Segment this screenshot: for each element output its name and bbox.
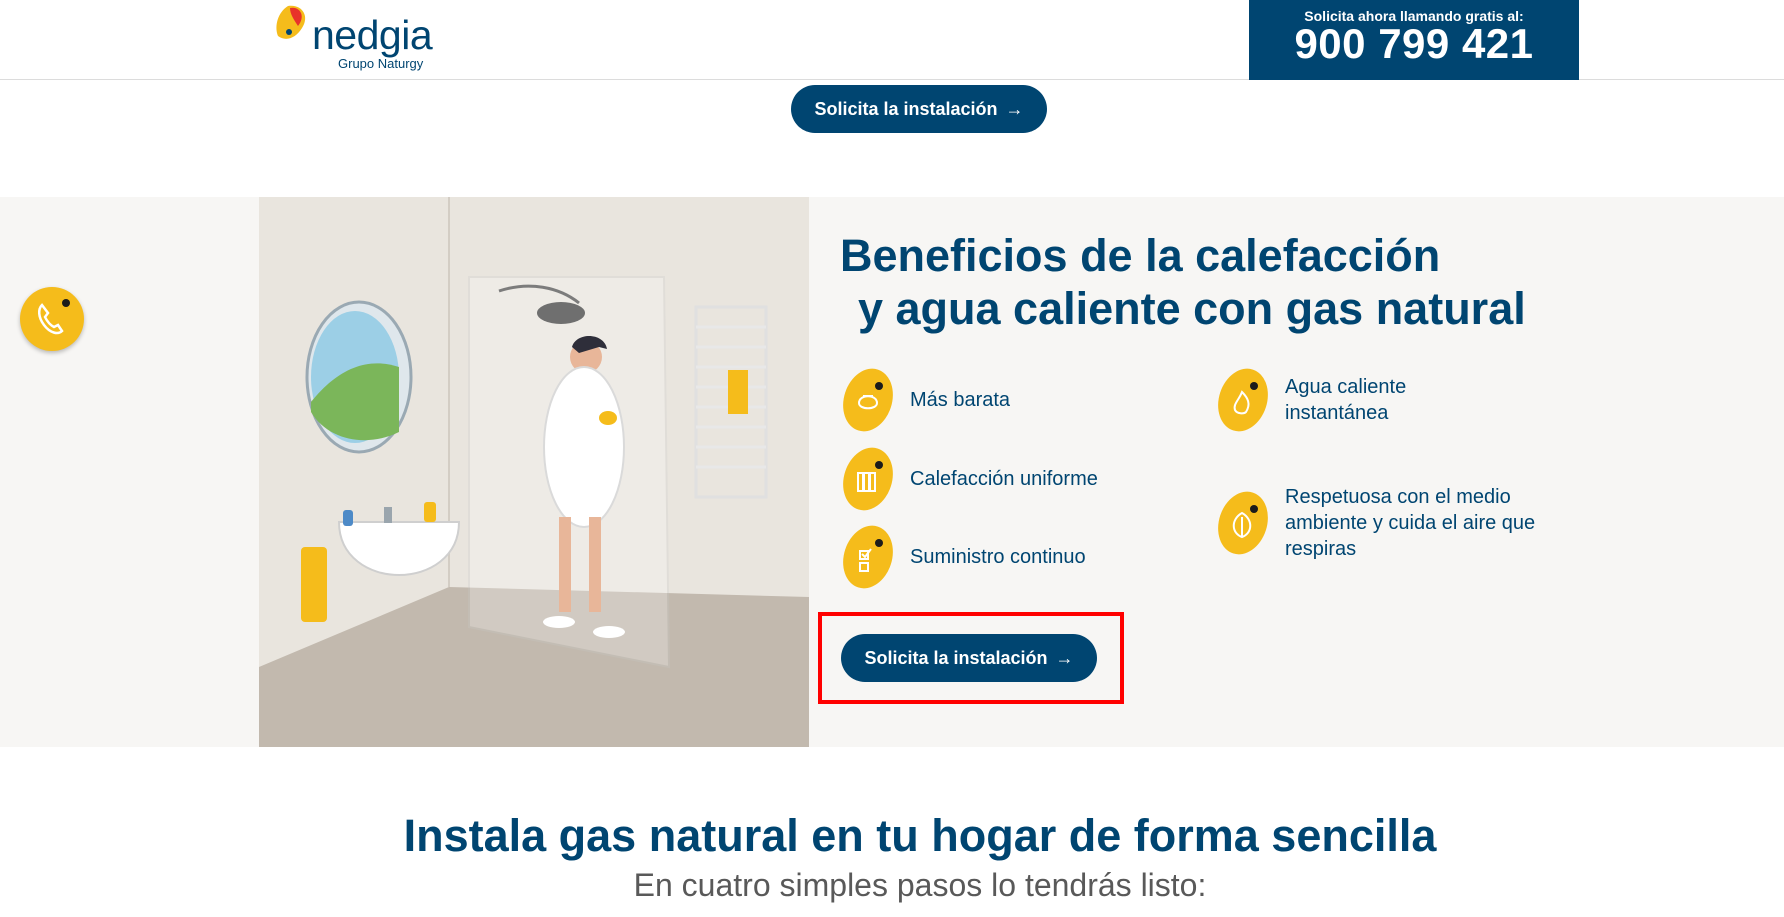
call-box[interactable]: Solicita ahora llamando gratis al: 900 7…	[1249, 0, 1579, 80]
phone-icon	[38, 299, 70, 335]
benefit-cheaper: Más barata	[840, 366, 1010, 434]
cta-label: Solicita la instalación	[864, 647, 1048, 668]
floating-call-button[interactable]	[20, 287, 84, 351]
arrow-right-icon: →	[1055, 647, 1074, 668]
logo-mark-icon	[276, 5, 306, 39]
benefit-label: Respetuosa con el medio ambiente y cuida…	[1285, 486, 1536, 560]
cta-label: Solicita la instalación	[814, 98, 998, 119]
benefit-eco-friendly: Respetuosa con el medio ambiente y cuida…	[1215, 484, 1540, 562]
benefit-uniform-heating: Calefacción uniforme	[840, 445, 1098, 513]
logo-wordmark: nedgia	[312, 12, 433, 58]
nedgia-logo[interactable]: nedgia Grupo Naturgy	[268, 0, 438, 75]
benefit-continuous-supply: Suministro continuo	[840, 523, 1086, 591]
call-number[interactable]: 900 799 421	[1249, 20, 1579, 68]
benefit-label: Calefacción uniforme	[910, 468, 1098, 490]
arrow-right-icon: →	[1005, 98, 1024, 119]
piggy-bank-icon	[843, 368, 893, 432]
leaf-icon	[1218, 491, 1268, 555]
benefits-title: Beneficios de la calefacción y agua cali…	[840, 229, 1540, 335]
shower-illustration	[259, 197, 809, 747]
install-title: Instala gas natural en tu hogar de forma…	[403, 810, 1437, 861]
install-subtitle: En cuatro simples pasos lo tendrás listo…	[633, 867, 1207, 903]
request-installation-button-top[interactable]: Solicita la instalación →	[791, 85, 1047, 133]
checklist-icon	[843, 525, 893, 589]
flame-icon	[1218, 368, 1268, 432]
radiator-icon	[843, 447, 893, 511]
benefit-label: Agua caliente instantánea	[1285, 376, 1407, 424]
benefit-label: Suministro continuo	[910, 546, 1086, 568]
logo-subtitle: Grupo Naturgy	[338, 56, 424, 71]
benefit-instant-hot-water: Agua caliente instantánea	[1215, 366, 1435, 434]
benefits-title-line2: y agua caliente con gas natural	[858, 283, 1526, 334]
benefits-title-line1: Beneficios de la calefacción	[840, 230, 1441, 281]
benefit-label: Más barata	[910, 389, 1011, 411]
site-header: nedgia Grupo Naturgy Solicita ahora llam…	[0, 0, 1784, 80]
request-installation-button[interactable]: Solicita la instalación →	[841, 634, 1097, 682]
